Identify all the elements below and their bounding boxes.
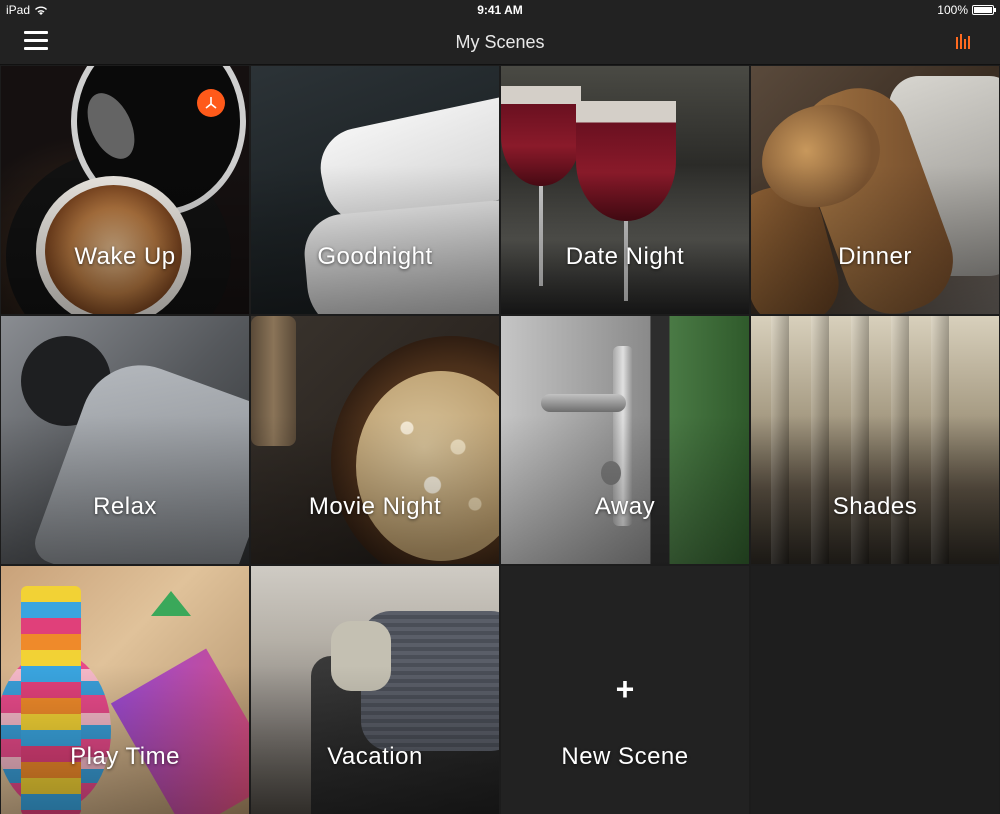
scene-label: Dinner (838, 243, 912, 270)
scene-tile-vacation[interactable]: Vacation (251, 566, 499, 814)
empty-tile (751, 566, 999, 814)
scene-tile-away[interactable]: Away (501, 316, 749, 564)
scene-label: Relax (93, 493, 157, 520)
scene-tile-date-night[interactable]: Date Night (501, 66, 749, 314)
scene-tile-relax[interactable]: Relax (1, 316, 249, 564)
scene-label: Goodnight (317, 243, 433, 270)
scene-tile-shades[interactable]: Shades (751, 316, 999, 564)
scene-label: Vacation (327, 743, 423, 770)
scene-tile-wake-up[interactable]: Wake Up (1, 66, 249, 314)
scene-label: Date Night (565, 243, 685, 270)
scene-tile-movie-night[interactable]: Movie Night (251, 316, 499, 564)
nav-bar: My Scenes (0, 20, 1000, 65)
scene-label: Movie Night (308, 493, 442, 520)
scene-label: Play Time (70, 743, 180, 770)
scenes-grid: Wake Up Goodnight Date Night Dinner Rela… (0, 65, 1000, 814)
plus-icon: + (615, 671, 635, 707)
battery-icon (972, 5, 996, 15)
page-title: My Scenes (455, 32, 545, 52)
equalizer-icon (956, 37, 958, 49)
scene-tile-play-time[interactable]: Play Time (1, 566, 249, 814)
scene-label: New Scene (561, 743, 689, 770)
status-time: 9:41 AM (477, 3, 523, 17)
battery-percent: 100% (937, 3, 968, 17)
scene-label: Wake Up (74, 243, 176, 270)
scene-tile-dinner[interactable]: Dinner (751, 66, 999, 314)
scene-label: Away (594, 493, 656, 520)
status-bar: iPad 9:41 AM 100% (0, 0, 1000, 20)
new-scene-button[interactable]: + New Scene (501, 566, 749, 814)
scene-tile-goodnight[interactable]: Goodnight (251, 66, 499, 314)
scene-label: Shades (832, 493, 918, 520)
status-right: 100% (937, 3, 996, 17)
equalizer-button[interactable] (956, 33, 972, 49)
